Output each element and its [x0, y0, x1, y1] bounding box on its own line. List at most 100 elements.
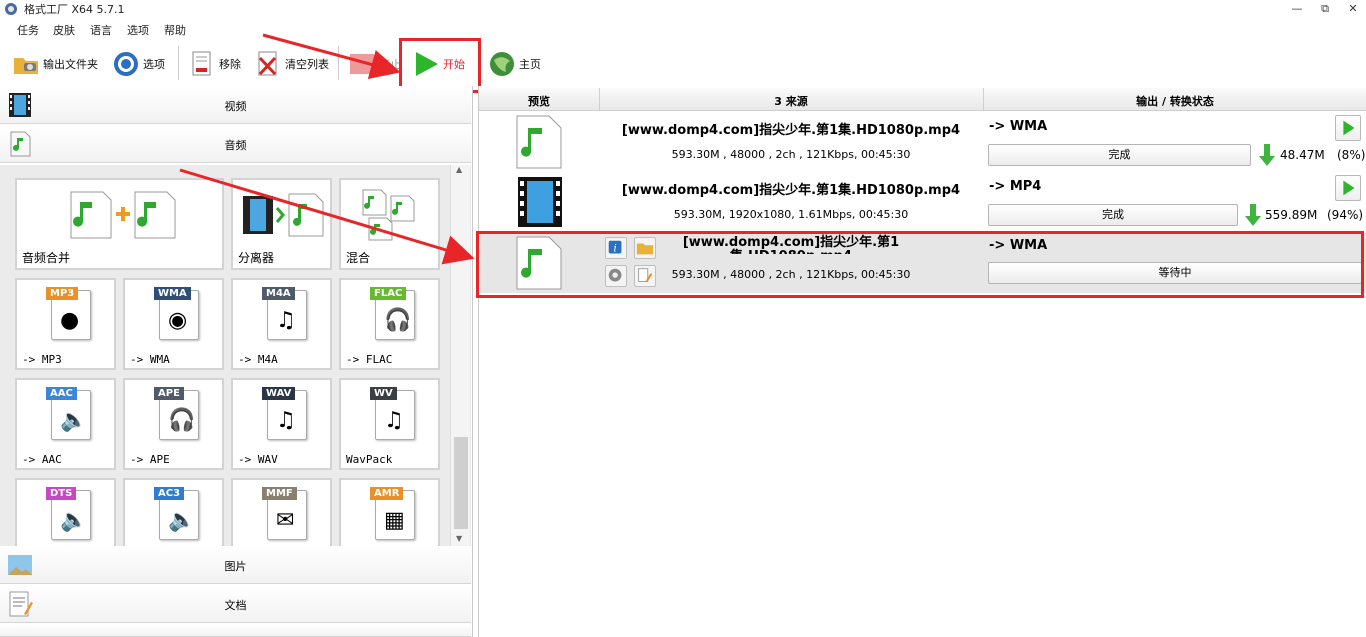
title-bar: 格式工厂 X64 5.7.1 — ⧉ ✕	[0, 0, 1366, 18]
tile-format-m4a[interactable]: M4A ♫ -> M4A	[231, 278, 332, 370]
scrollbar-thumb[interactable]	[454, 437, 468, 529]
options-label: 选项	[143, 58, 165, 71]
tile-format-wma[interactable]: WMA ◉ -> WMA	[123, 278, 224, 370]
tiles-scrollbar[interactable]: ▲ ▼	[450, 165, 470, 548]
task-play-button[interactable]	[1335, 115, 1361, 141]
scroll-down-arrow-icon[interactable]: ▼	[456, 534, 462, 543]
task-status-button[interactable]: 完成	[988, 204, 1238, 226]
category-image[interactable]: 图片	[0, 546, 471, 584]
tile-format-amr[interactable]: AMR ▦	[339, 478, 440, 548]
task-row-highlight	[476, 231, 1364, 298]
format-file-icon: FLAC 🎧	[370, 287, 415, 340]
format-glyph-icon: 🔈	[60, 408, 88, 433]
stop-icon	[350, 54, 374, 74]
category-audio-label: 音频	[224, 139, 247, 152]
toolbar-separator	[178, 46, 179, 80]
task-play-button[interactable]	[1335, 175, 1361, 201]
task-row[interactable]: [www.domp4.com]指尖少年.第1集.HD1080p.mp4 593.…	[479, 112, 1366, 172]
tile-format-ape[interactable]: APE 🎧 -> APE	[123, 378, 224, 470]
clear-list-button[interactable]: 清空列表	[254, 48, 329, 80]
category-more[interactable]	[0, 624, 471, 637]
category-video-label: 视频	[224, 100, 247, 113]
menu-options[interactable]: 选项	[127, 22, 149, 38]
format-glyph-icon: 🔈	[168, 508, 196, 533]
tile-format-wav[interactable]: WAV ♫ -> WAV	[231, 378, 332, 470]
format-tag: AAC	[46, 387, 77, 400]
task-list-panel: 预览 3 来源 输出 / 转换状态 [www.domp4.com]指尖少年.第1…	[478, 86, 1366, 637]
format-glyph-icon: 🔈	[60, 508, 88, 533]
format-file-icon: WMA ◉	[154, 287, 199, 340]
video-file-icon	[518, 177, 562, 227]
tile-format-flac[interactable]: FLAC 🎧 -> FLAC	[339, 278, 440, 370]
play-icon	[1343, 120, 1355, 136]
mix-icon	[362, 189, 415, 241]
tile-audio-merge[interactable]: 音频合并	[15, 178, 224, 270]
task-output-format: -> WMA	[989, 119, 1048, 134]
remove-label: 移除	[219, 58, 241, 71]
window-title: 格式工厂 X64 5.7.1	[24, 3, 125, 16]
format-glyph-icon: ▦	[384, 508, 405, 533]
menu-skin[interactable]: 皮肤	[53, 22, 75, 38]
format-glyph-icon: ✉	[276, 508, 295, 533]
task-row[interactable]: [www.domp4.com]指尖少年.第1集.HD1080p.mp4 593.…	[479, 172, 1366, 232]
tile-caption: WavPack	[346, 453, 393, 466]
down-arrow-icon	[1245, 204, 1261, 226]
format-file-icon: DTS 🔈	[46, 487, 91, 540]
clear-list-label: 清空列表	[285, 58, 329, 71]
format-tag: M4A	[262, 287, 295, 300]
play-icon	[1343, 180, 1355, 196]
format-file-icon: MMF ✉	[262, 487, 307, 540]
options-button[interactable]: 选项	[112, 48, 165, 80]
category-panel: 视频 音频 音频合并 分离器 混合 MP3 ● -> MP3 WMA ◉ -> …	[0, 86, 473, 637]
minimize-button[interactable]: —	[1282, 0, 1312, 18]
close-button[interactable]: ✕	[1338, 0, 1366, 18]
home-button[interactable]: 主页	[488, 48, 541, 80]
tile-format-dts[interactable]: DTS 🔈	[15, 478, 116, 548]
stop-button[interactable]: 停止	[348, 48, 401, 80]
task-source-name: [www.domp4.com]指尖少年.第1集.HD1080p.mp4	[621, 183, 961, 198]
tile-caption: -> AAC	[22, 453, 62, 466]
gear-icon	[114, 52, 138, 76]
clear-list-icon	[258, 51, 277, 76]
header-source[interactable]: 3 来源	[599, 93, 983, 109]
format-tag: WV	[370, 387, 397, 400]
category-document[interactable]: 文档	[0, 585, 471, 623]
task-output-size: 559.89M	[1265, 208, 1318, 222]
scroll-up-arrow-icon[interactable]: ▲	[456, 165, 462, 174]
menu-language[interactable]: 语言	[90, 22, 112, 38]
tile-format-ac3[interactable]: AC3 🔈	[123, 478, 224, 548]
category-video[interactable]: 视频	[0, 86, 471, 124]
menu-help[interactable]: 帮助	[164, 22, 186, 38]
task-status-button[interactable]: 完成	[988, 144, 1251, 166]
tile-caption: -> WAV	[238, 453, 278, 466]
tile-splitter[interactable]: 分离器	[231, 178, 332, 270]
task-output-percent: (8%)	[1337, 148, 1366, 162]
stop-label: 停止	[379, 58, 401, 71]
output-folder-label: 输出文件夹	[43, 58, 98, 71]
tile-mix[interactable]: 混合	[339, 178, 440, 270]
format-file-icon: M4A ♫	[262, 287, 307, 340]
tile-format-aac[interactable]: AAC 🔈 -> AAC	[15, 378, 116, 470]
tile-caption: -> APE	[130, 453, 170, 466]
format-glyph-icon: 🎧	[384, 308, 412, 333]
splitter-icon	[243, 193, 324, 237]
format-tag: WAV	[262, 387, 296, 400]
remove-button[interactable]: 移除	[188, 48, 241, 80]
menu-task[interactable]: 任务	[17, 22, 39, 38]
restore-button[interactable]: ⧉	[1310, 0, 1340, 18]
format-file-icon: WAV ♫	[262, 387, 307, 440]
header-output[interactable]: 输出 / 转换状态	[983, 93, 1366, 109]
task-output-format: -> MP4	[989, 179, 1042, 194]
format-glyph-icon: ♫	[276, 408, 296, 433]
task-source-name: [www.domp4.com]指尖少年.第1集.HD1080p.mp4	[621, 123, 961, 138]
category-audio[interactable]: 音频	[0, 125, 471, 163]
tile-caption: -> M4A	[238, 353, 278, 366]
tile-format-mp3[interactable]: MP3 ● -> MP3	[15, 278, 116, 370]
format-glyph-icon: ●	[60, 308, 80, 333]
output-folder-button[interactable]: 输出文件夹	[12, 48, 98, 80]
header-preview[interactable]: 预览	[479, 93, 599, 109]
category-document-label: 文档	[224, 599, 247, 612]
format-glyph-icon: 🎧	[168, 408, 196, 433]
tile-format-wv[interactable]: WV ♫ WavPack	[339, 378, 440, 470]
tile-format-mmf[interactable]: MMF ✉	[231, 478, 332, 548]
